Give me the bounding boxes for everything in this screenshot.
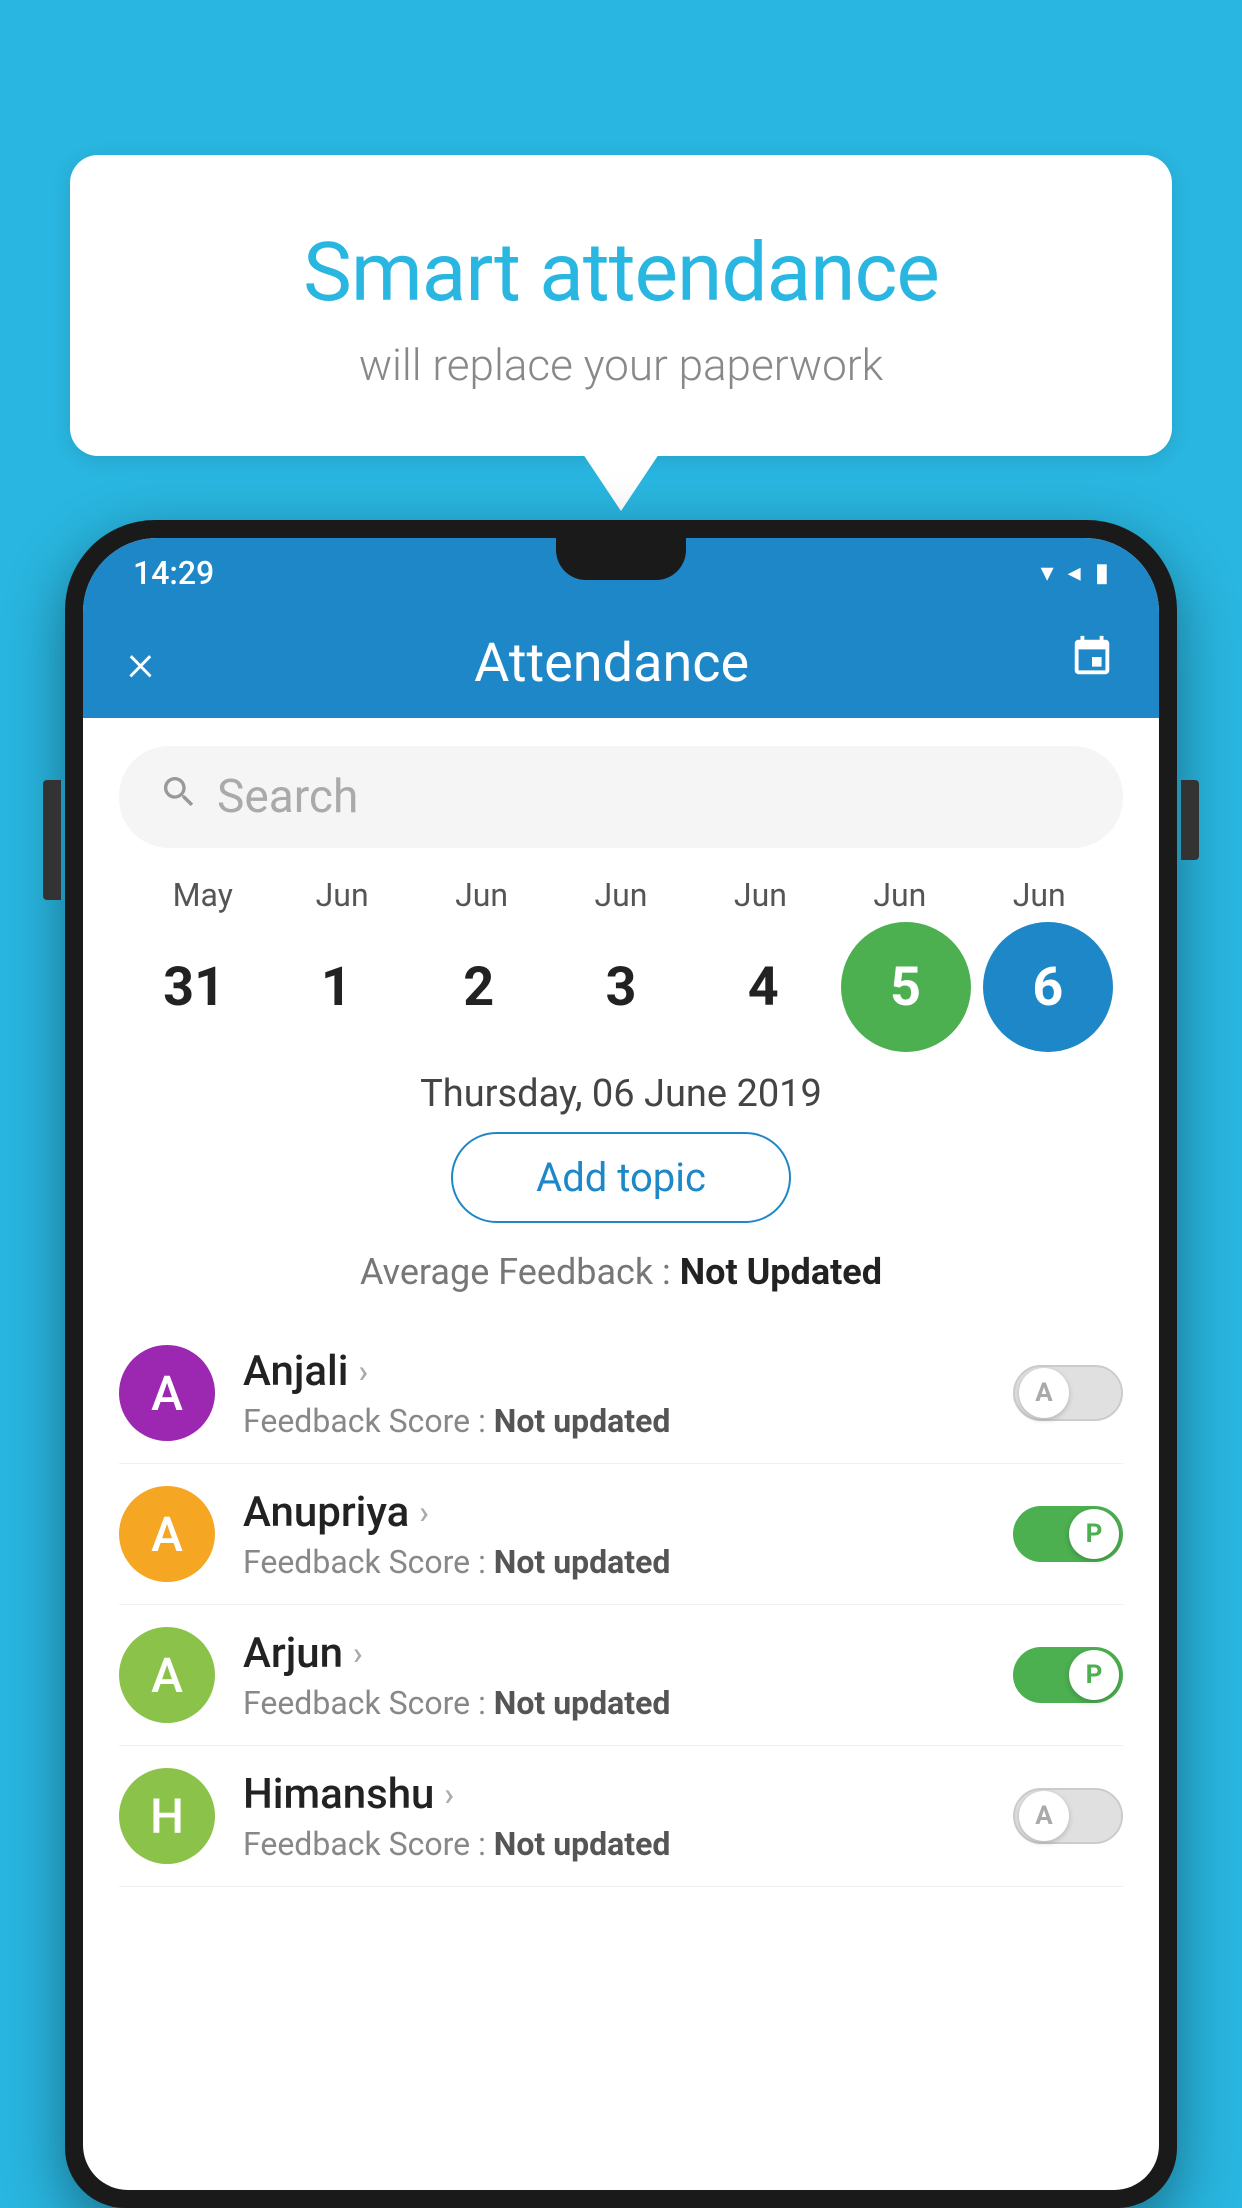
student-info-anupriya: Anupriya › Feedback Score : Not updated xyxy=(215,1488,993,1581)
status-icons: ▾ ◂ ▮ xyxy=(1041,558,1109,588)
toggle-knob-himanshu: A xyxy=(1019,1791,1069,1841)
student-feedback-himanshu: Feedback Score : Not updated xyxy=(243,1825,993,1863)
chevron-icon: › xyxy=(444,1775,454,1813)
speech-bubble: Smart attendance will replace your paper… xyxy=(70,155,1172,456)
battery-icon: ▮ xyxy=(1095,558,1109,588)
phone-screen: 14:29 ▾ ◂ ▮ × Attendance S xyxy=(83,538,1159,2190)
add-topic-button[interactable]: Add topic xyxy=(451,1132,791,1223)
month-3: Jun xyxy=(556,876,686,914)
day-2[interactable]: 2 xyxy=(414,922,544,1052)
day-4[interactable]: 4 xyxy=(698,922,828,1052)
day-31[interactable]: 31 xyxy=(129,922,259,1052)
student-row-anjali[interactable]: A Anjali › Feedback Score : Not updated … xyxy=(119,1323,1123,1464)
student-feedback-anjali: Feedback Score : Not updated xyxy=(243,1402,993,1440)
calendar-days: 31 1 2 3 4 5 6 xyxy=(113,922,1129,1052)
toggle-anupriya[interactable]: P xyxy=(1013,1506,1123,1562)
student-row-anupriya[interactable]: A Anupriya › Feedback Score : Not update… xyxy=(119,1464,1123,1605)
avatar-arjun: A xyxy=(119,1627,215,1723)
avg-feedback-value: Not Updated xyxy=(680,1251,882,1293)
avatar-himanshu: H xyxy=(119,1768,215,1864)
search-bar[interactable]: Search xyxy=(119,746,1123,848)
speech-bubble-container: Smart attendance will replace your paper… xyxy=(70,155,1172,456)
search-icon xyxy=(159,772,199,822)
search-input-label[interactable]: Search xyxy=(217,770,358,824)
chevron-icon: › xyxy=(358,1352,368,1390)
student-name-arjun: Arjun › xyxy=(243,1629,993,1678)
day-5-today[interactable]: 5 xyxy=(841,922,971,1052)
day-6-selected[interactable]: 6 xyxy=(983,922,1113,1052)
student-feedback-anupriya: Feedback Score : Not updated xyxy=(243,1543,993,1581)
bubble-subtitle: will replace your paperwork xyxy=(130,339,1112,391)
toggle-switch-arjun[interactable]: P xyxy=(1013,1647,1123,1703)
chevron-icon: › xyxy=(419,1493,429,1531)
app-header: × Attendance xyxy=(83,608,1159,718)
toggle-himanshu[interactable]: A xyxy=(1013,1788,1123,1844)
student-info-anjali: Anjali › Feedback Score : Not updated xyxy=(215,1347,993,1440)
toggle-switch-anupriya[interactable]: P xyxy=(1013,1506,1123,1562)
calendar-icon[interactable] xyxy=(1069,634,1115,692)
month-2: Jun xyxy=(417,876,547,914)
student-info-arjun: Arjun › Feedback Score : Not updated xyxy=(215,1629,993,1722)
toggle-knob-anjali: A xyxy=(1019,1368,1069,1418)
volume-left xyxy=(43,780,61,900)
status-time: 14:29 xyxy=(133,554,214,592)
avatar-anupriya: A xyxy=(119,1486,215,1582)
header-title: Attendance xyxy=(474,632,749,695)
phone-frame: 14:29 ▾ ◂ ▮ × Attendance S xyxy=(65,520,1177,2208)
toggle-switch-anjali[interactable]: A xyxy=(1013,1365,1123,1421)
month-6: Jun xyxy=(974,876,1104,914)
day-1[interactable]: 1 xyxy=(271,922,401,1052)
toggle-knob-anupriya: P xyxy=(1069,1509,1119,1559)
toggle-anjali[interactable]: A xyxy=(1013,1365,1123,1421)
month-5: Jun xyxy=(835,876,965,914)
bubble-title: Smart attendance xyxy=(130,225,1112,321)
toggle-knob-arjun: P xyxy=(1069,1650,1119,1700)
date-label: Thursday, 06 June 2019 xyxy=(83,1072,1159,1116)
student-info-himanshu: Himanshu › Feedback Score : Not updated xyxy=(215,1770,993,1863)
student-name-anjali: Anjali › xyxy=(243,1347,993,1396)
student-row-arjun[interactable]: A Arjun › Feedback Score : Not updated P xyxy=(119,1605,1123,1746)
toggle-switch-himanshu[interactable]: A xyxy=(1013,1788,1123,1844)
student-list: A Anjali › Feedback Score : Not updated … xyxy=(83,1323,1159,1887)
phone-notch xyxy=(556,538,686,580)
volume-right xyxy=(1181,780,1199,860)
student-feedback-arjun: Feedback Score : Not updated xyxy=(243,1684,993,1722)
avg-feedback-label: Average Feedback : xyxy=(360,1251,680,1293)
student-name-himanshu: Himanshu › xyxy=(243,1770,993,1819)
chevron-icon: › xyxy=(353,1634,363,1672)
wifi-icon: ▾ xyxy=(1041,558,1054,588)
student-row-himanshu[interactable]: H Himanshu › Feedback Score : Not update… xyxy=(119,1746,1123,1887)
avatar-anjali: A xyxy=(119,1345,215,1441)
avg-feedback: Average Feedback : Not Updated xyxy=(83,1251,1159,1293)
month-0: May xyxy=(138,876,268,914)
month-4: Jun xyxy=(695,876,825,914)
day-3[interactable]: 3 xyxy=(556,922,686,1052)
student-name-anupriya: Anupriya › xyxy=(243,1488,993,1537)
toggle-arjun[interactable]: P xyxy=(1013,1647,1123,1703)
calendar-strip: May Jun Jun Jun Jun Jun Jun 31 1 2 3 4 5… xyxy=(83,876,1159,1052)
close-button[interactable]: × xyxy=(127,637,154,689)
signal-icon: ◂ xyxy=(1068,558,1081,588)
month-1: Jun xyxy=(277,876,407,914)
calendar-months: May Jun Jun Jun Jun Jun Jun xyxy=(113,876,1129,914)
